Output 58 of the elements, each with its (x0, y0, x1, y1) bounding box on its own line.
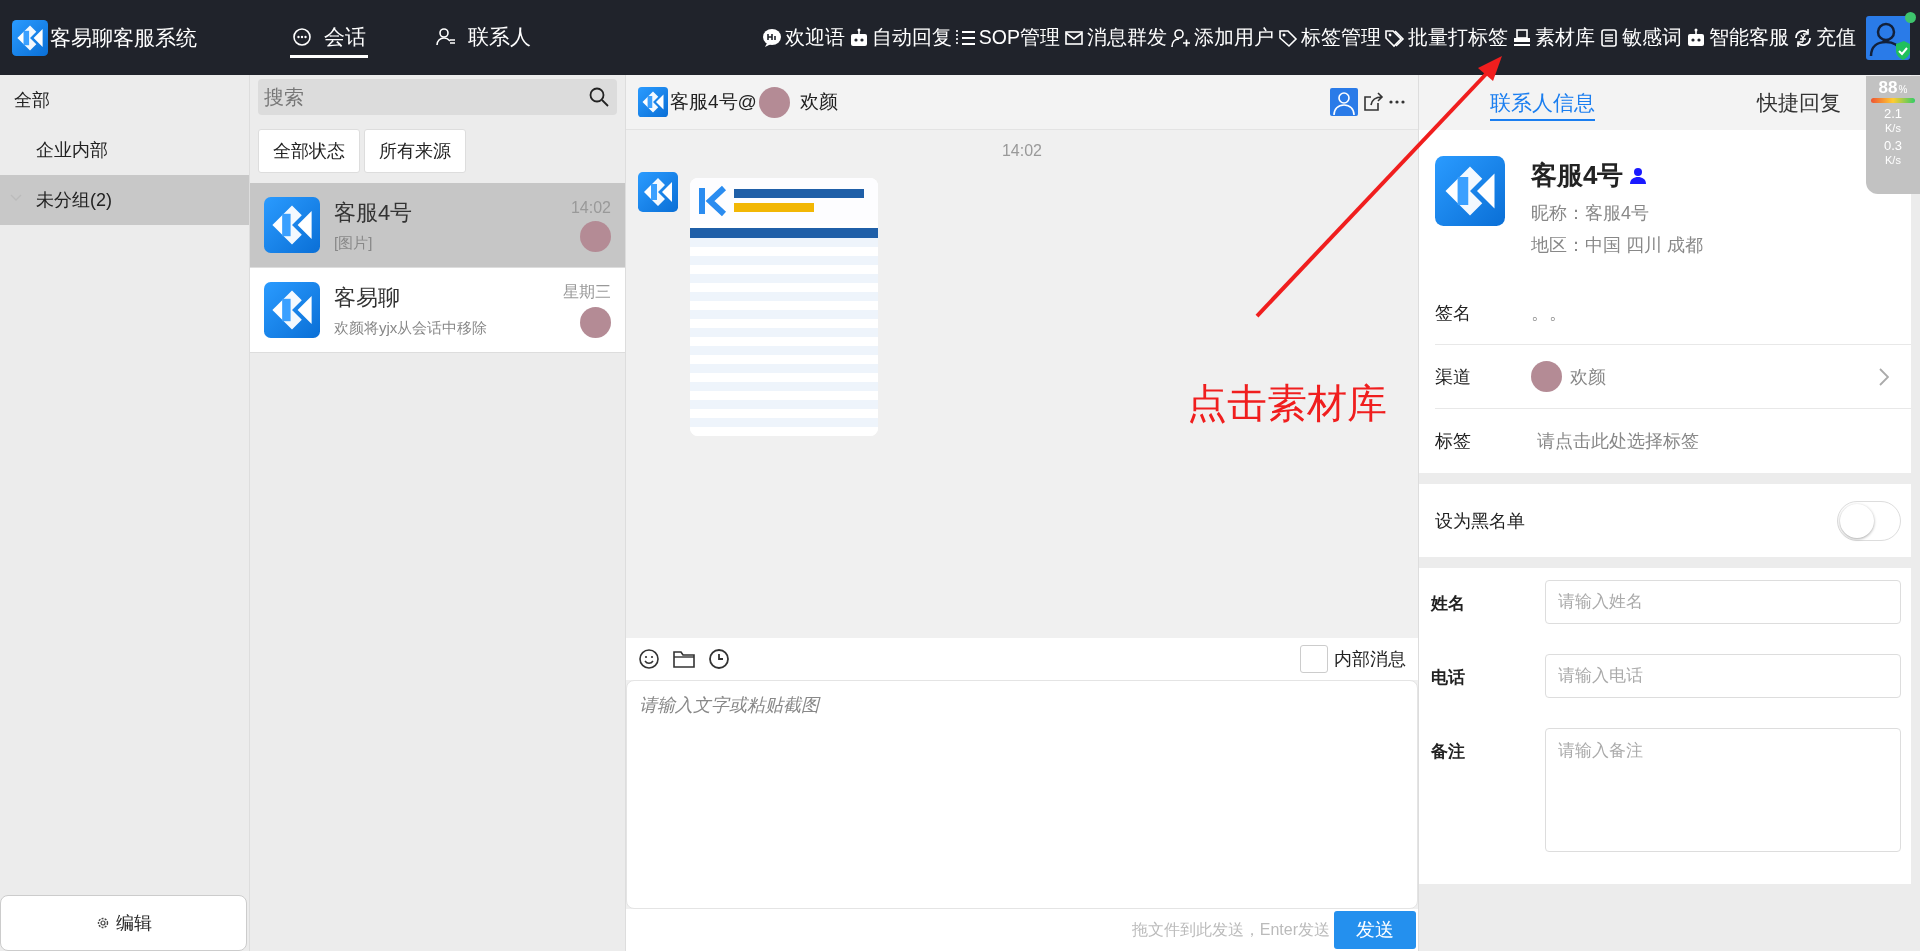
input-field[interactable]: 请输入电话 (1545, 654, 1901, 698)
channel-name: 欢颜 (1570, 365, 1606, 389)
search-field[interactable]: 搜索 (258, 79, 617, 115)
conversation-item[interactable]: 客易聊 欢颜将yjx从会话中移除 星期三 (250, 268, 625, 353)
download-rate: 0.3 (1883, 139, 1903, 153)
annotation-text: 点击素材库 (1187, 380, 1387, 427)
channel-name: 欢颜 (799, 90, 838, 114)
contact-name: 客易聊 (334, 283, 401, 312)
chat-title: 客服4号@ (670, 90, 757, 114)
group-item[interactable]: 全部 (0, 75, 249, 125)
contact-name: 客服4号 (334, 198, 414, 227)
group-item[interactable]: 企业内部 (0, 125, 249, 175)
percent-unit: % (1898, 84, 1908, 95)
message-preview: [图片] (334, 233, 374, 253)
field-label: 标签 (1435, 430, 1472, 453)
text-area[interactable]: 请输入备注 (1545, 728, 1901, 852)
toolbar-button[interactable]: 智能客服 (1686, 24, 1789, 51)
toolbar-button[interactable]: 批量打标签 (1385, 24, 1508, 51)
toolbar-button[interactable]: 消息群发 (1064, 24, 1167, 51)
message-time: 星期三 (563, 282, 611, 302)
toolbar-button[interactable]: SOP管理 (955, 24, 1060, 51)
battery-percent: 88 (1878, 78, 1898, 98)
contact-name: 客服4号 (1531, 159, 1624, 192)
field-value: 。。 (1531, 301, 1568, 325)
panel-tab[interactable]: 联系人信息 (1490, 84, 1595, 121)
message-time: 14:02 (1001, 142, 1042, 160)
toolbar-button[interactable]: 自动回复 (848, 24, 952, 51)
message-preview: 欢颜将yjx从会话中移除 (334, 318, 489, 338)
field-label: 姓名 (1431, 593, 1466, 615)
send-hint: 拖文件到此发送，Enter发送 (1131, 919, 1330, 940)
toolbar-button[interactable]: 添加用户 (1171, 24, 1274, 51)
input-field[interactable]: 请输入姓名 (1545, 580, 1901, 624)
rate-unit: K/s (1885, 121, 1901, 135)
region-text: 地区：中国 四川 成都 (1531, 234, 1703, 257)
toolbar-button[interactable]: 充值 (1793, 24, 1856, 51)
upload-rate: 2.1 (1883, 107, 1903, 121)
field-label: 备注 (1431, 741, 1466, 763)
tag-picker[interactable]: 请点击此处选择标签 (1531, 429, 1911, 453)
toolbar-button[interactable]: 敏感词 (1599, 24, 1682, 51)
toolbar-button[interactable]: 标签管理 (1278, 24, 1381, 51)
checkbox-label: 内部消息 (1334, 648, 1406, 671)
setting-label: 设为黑名单 (1435, 509, 1525, 533)
nav-tab[interactable]: 会话 (290, 17, 368, 58)
toolbar-button[interactable]: 素材库 (1512, 24, 1595, 51)
filter-dropdown[interactable]: 全部状态 (258, 129, 360, 173)
edit-button[interactable]: 编辑 (0, 895, 247, 951)
nickname-text: 昵称：客服4号 (1531, 202, 1650, 225)
nav-tab[interactable]: 联系人 (434, 17, 533, 58)
field-label: 签名 (1435, 301, 1472, 325)
filter-dropdown[interactable]: 所有来源 (364, 129, 466, 173)
message-input[interactable]: 请输入文字或粘贴截图 (626, 680, 1418, 909)
field-label: 渠道 (1435, 365, 1472, 389)
toolbar-button[interactable]: 欢迎语 (761, 24, 845, 51)
field-label: 电话 (1431, 667, 1466, 689)
group-item[interactable]: 未分组(2) (0, 175, 249, 225)
panel-tab[interactable]: 快捷回复 (1757, 84, 1841, 121)
app-title: 客易聊客服系统 (50, 24, 197, 51)
rate-unit: K/s (1885, 153, 1901, 167)
